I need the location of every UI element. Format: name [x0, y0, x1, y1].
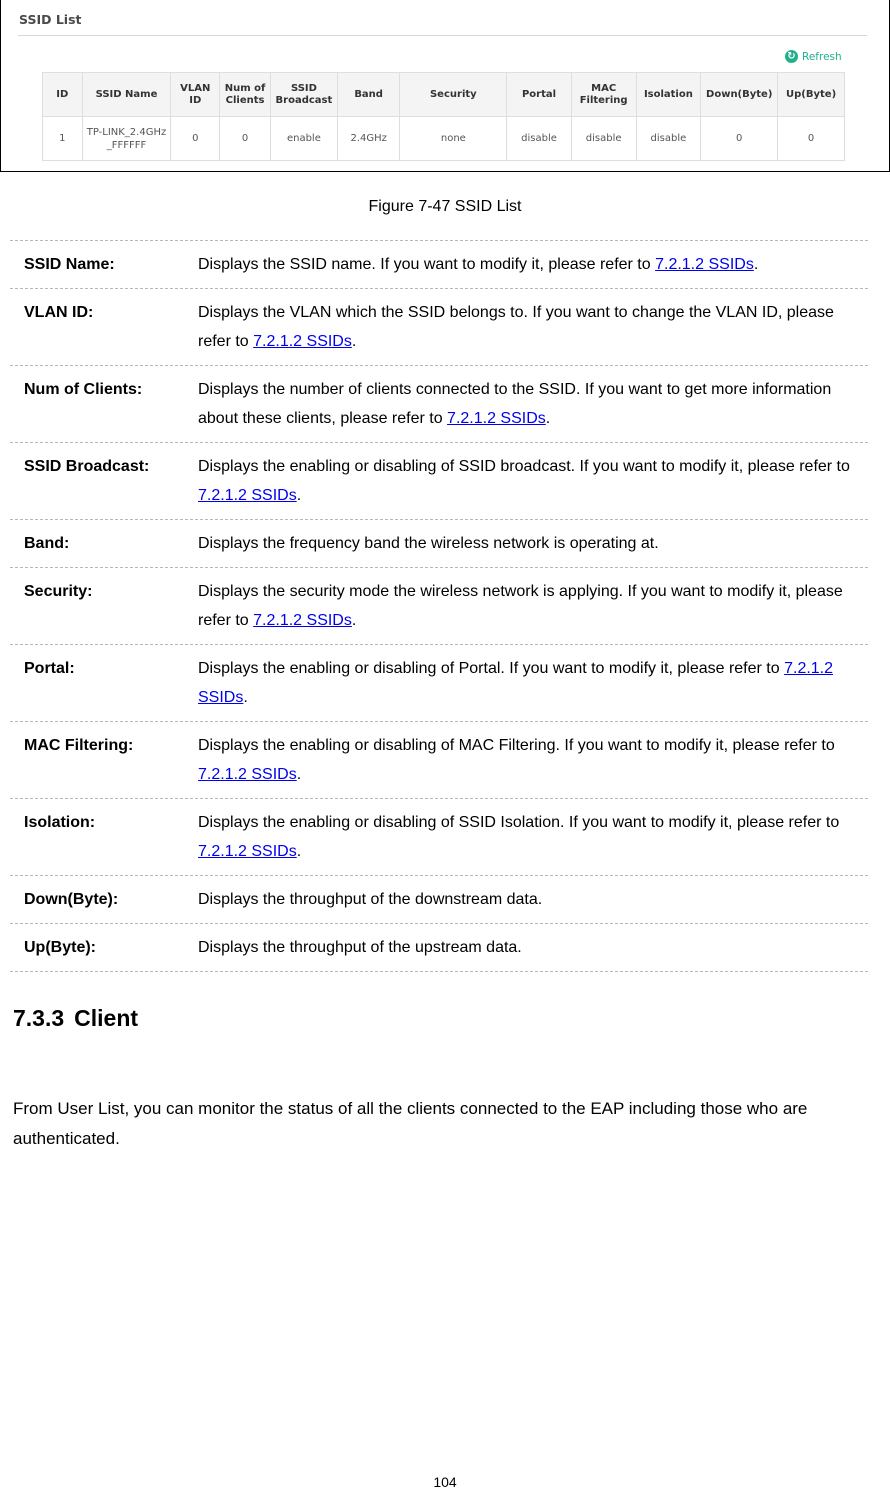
divider — [18, 35, 867, 36]
section-link[interactable]: 7.2.1.2 SSIDs — [253, 612, 352, 629]
definition-row: Security: Displays the security mode the … — [10, 567, 868, 644]
table-cell: disable — [506, 116, 572, 161]
definition-description: Displays the throughput of the upstream … — [198, 933, 868, 962]
definition-term: Up(Byte): — [24, 939, 96, 956]
section-link[interactable]: 7.2.1.2 SSIDs — [198, 843, 297, 860]
description-text: Displays the enabling or disabling of Po… — [198, 660, 785, 677]
description-text: Displays the enabling or disabling of SS… — [198, 814, 840, 831]
panel-title: SSID List — [19, 12, 82, 27]
definition-description: Displays the throughput of the downstrea… — [198, 885, 868, 914]
section-paragraph: From User List, you can monitor the stat… — [13, 1099, 808, 1148]
section-title: Client — [74, 1005, 139, 1031]
definition-term: VLAN ID: — [24, 304, 94, 321]
description-text: Displays the throughput of the downstrea… — [198, 891, 543, 908]
definition-term: Portal: — [24, 660, 75, 677]
column-header: Isolation — [635, 72, 702, 117]
refresh-icon: ↻ — [785, 50, 798, 63]
section-link[interactable]: 7.2.1.2 SSIDs — [198, 766, 297, 783]
definition-description: Displays the SSID name. If you want to m… — [198, 250, 868, 279]
definition-row: VLAN ID: Displays the VLAN which the SSID… — [10, 288, 868, 365]
table-cell: enable — [269, 116, 338, 161]
definition-row: SSID Name: Displays the SSID name. If you… — [10, 240, 868, 288]
description-punctuation: . — [351, 333, 357, 350]
section-link[interactable]: 7.2.1.2 SSIDs — [253, 333, 352, 350]
section-link[interactable]: 7.2.1.2 SSIDs — [655, 256, 754, 273]
definition-list: SSID Name: Displays the SSID name. If you… — [10, 240, 868, 972]
table-cell: 0 — [700, 116, 779, 161]
definition-row: SSID Broadcast: Displays the enabling or … — [10, 442, 868, 519]
column-header: ID — [42, 72, 83, 117]
table-cell: 0 — [170, 116, 221, 161]
table-cell: disable — [635, 116, 702, 161]
refresh-label: Refresh — [802, 50, 842, 63]
definition-term: Down(Byte): — [24, 891, 119, 908]
description-punctuation: . — [351, 612, 357, 629]
description-text: Displays the SSID name. If you want to m… — [198, 256, 656, 273]
column-header: Security — [399, 72, 508, 117]
definition-row: Down(Byte): Displays the throughput of th… — [10, 875, 868, 923]
definition-term: SSID Name: — [24, 256, 115, 273]
definition-description: Displays the security mode the wireless … — [198, 577, 868, 635]
definition-description: Displays the enabling or disabling of SS… — [198, 808, 868, 866]
table-cell: none — [399, 116, 508, 161]
description-text: Displays the frequency band the wireless… — [198, 535, 659, 552]
description-punctuation: . — [545, 410, 551, 427]
column-header: SSID Broadcast — [269, 72, 338, 117]
column-header: Portal — [506, 72, 572, 117]
definition-term: SSID Broadcast: — [24, 458, 150, 475]
table-cell: 2.4GHz — [336, 116, 401, 161]
column-header: Num of Clients — [219, 72, 271, 117]
figure-caption: Figure 7-47 SSID List — [368, 198, 522, 215]
ssid-table: ID SSID Name VLAN ID Num of Clients SSID Bro… — [42, 72, 845, 161]
definition-row: MAC Filtering: Displays the enabling or d… — [10, 721, 868, 798]
table-cell: 0 — [777, 116, 845, 161]
definition-row: Portal: Displays the enabling or disablin… — [10, 644, 868, 721]
table-header-row: ID SSID Name VLAN ID Num of Clients SSID Bro… — [42, 72, 845, 117]
section-link[interactable]: 7.2.1.2 SSIDs — [198, 487, 297, 504]
definition-description: Displays the frequency band the wireless… — [198, 529, 868, 558]
definition-row: Isolation: Displays the enabling or disab… — [10, 798, 868, 875]
definition-description: Displays the VLAN which the SSID belongs… — [198, 298, 868, 356]
definition-description: Displays the enabling or disabling of SS… — [198, 452, 868, 510]
description-punctuation: . — [243, 689, 248, 706]
table-cell: 1 — [42, 116, 83, 161]
description-punctuation: . — [753, 256, 759, 273]
section-link[interactable]: 7.2.1.2 SSIDs — [447, 410, 546, 427]
definition-row: Num of Clients: Displays the number of cl… — [10, 365, 868, 442]
column-header: Down(Byte) — [700, 72, 779, 117]
column-header: SSID Name — [81, 72, 172, 117]
definition-term: Isolation: — [24, 814, 96, 831]
definition-description: Displays the enabling or disabling of Po… — [198, 654, 868, 712]
ssid-list-screenshot: SSID List ↻ Refresh ID SSID Name VLAN ID Nu… — [0, 0, 890, 172]
definition-term: MAC Filtering: — [24, 737, 134, 754]
column-header: Up(Byte) — [777, 72, 845, 117]
refresh-button[interactable]: ↻ Refresh — [785, 50, 842, 63]
definition-term: Security: — [24, 583, 93, 600]
definition-term: Band: — [24, 535, 70, 552]
table-cell: TP-LINK_2.4GHz_FFFFFF — [81, 116, 172, 161]
definition-description: Displays the number of clients connected… — [198, 375, 868, 433]
column-header: Band — [336, 72, 401, 117]
section-heading: 7.3.3 Client — [13, 1005, 138, 1032]
table-row: 1 TP-LINK_2.4GHz_FFFFFF 0 0 enable 2.4GHz none… — [42, 116, 845, 161]
description-text: Displays the throughput of the upstream … — [198, 939, 522, 956]
description-punctuation: . — [296, 766, 302, 783]
description-punctuation: . — [296, 843, 302, 860]
table-cell: 0 — [219, 116, 271, 161]
description-text: Displays the enabling or disabling of SS… — [198, 458, 850, 475]
section-number: 7.3.3 — [13, 1005, 65, 1031]
definition-row: Band: Displays the frequency band the wir… — [10, 519, 868, 567]
definition-term: Num of Clients: — [24, 381, 143, 398]
description-punctuation: . — [296, 487, 302, 504]
table-cell: disable — [570, 116, 637, 161]
column-header: VLAN ID — [170, 72, 221, 117]
definition-description: Displays the enabling or disabling of MA… — [198, 731, 868, 789]
page-number: 104 — [433, 1474, 457, 1490]
column-header: MAC Filtering — [570, 72, 637, 117]
description-text: Displays the enabling or disabling of MA… — [198, 737, 835, 754]
definition-row: Up(Byte): Displays the throughput of the … — [10, 923, 868, 972]
